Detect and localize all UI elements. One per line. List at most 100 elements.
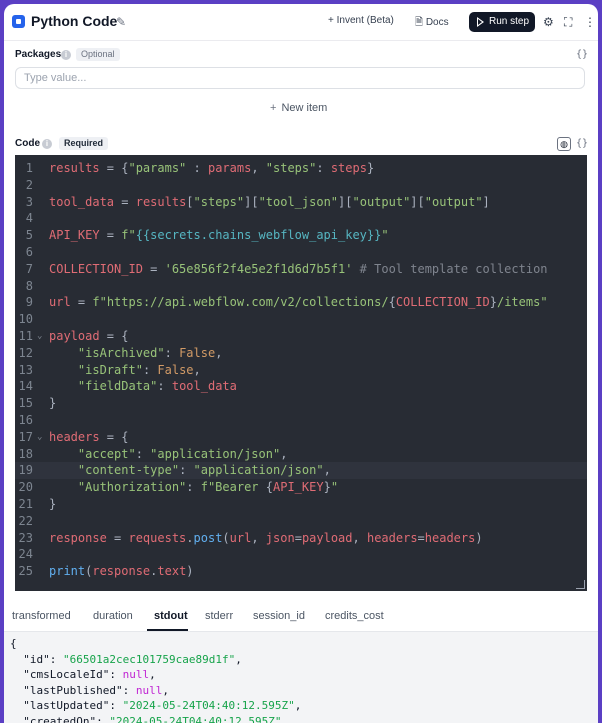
edit-pencil-icon[interactable]: ✎: [116, 15, 126, 29]
more-vertical-icon[interactable]: ⋮: [584, 15, 596, 29]
code-line[interactable]: 8: [15, 278, 587, 295]
code-line[interactable]: 13 "isDraft": False,: [15, 362, 587, 379]
line-number: 17: [18, 429, 33, 444]
tab-stdout[interactable]: stdout: [154, 610, 188, 622]
line-number: 21: [18, 497, 33, 511]
stdout-output: { "id": "66501a2cec101759cae89d1f", "cms…: [4, 632, 598, 723]
line-number: 25: [18, 564, 33, 579]
fold-chevron-icon[interactable]: ⌄: [37, 328, 42, 345]
resize-handle[interactable]: [576, 580, 585, 589]
line-number: 14: [18, 379, 33, 394]
fold-chevron-icon[interactable]: ⌄: [37, 429, 42, 446]
code-text: tool_data = results["steps"]["tool_json"…: [49, 194, 490, 209]
line-number: 4: [25, 211, 33, 226]
code-line[interactable]: 23 response = requests.post(url, json=pay…: [15, 530, 587, 547]
line-number: 9: [25, 295, 33, 310]
code-editor[interactable]: 25 print(response.text) 24 23 response = req…: [15, 155, 587, 591]
packages-label: Packages: [15, 49, 62, 60]
output-line: "createdOn": "2024-05-24T04:40:12.595Z",: [10, 714, 289, 723]
code-line[interactable]: 2: [15, 177, 587, 194]
code-text: "accept": "application/json",: [77, 446, 288, 461]
expand-icon[interactable]: ⛶: [564, 15, 572, 30]
docs-button[interactable]: 🗎 Docs: [415, 15, 449, 32]
code-line[interactable]: 24: [15, 546, 587, 563]
line-number: 8: [25, 278, 33, 293]
code-line[interactable]: 22: [15, 513, 587, 530]
line-number: 13: [18, 362, 33, 377]
code-text: response = requests.post(url, json=paylo…: [49, 530, 483, 545]
code-text: "isDraft": False,: [77, 362, 201, 377]
code-line[interactable]: 20 "Authorization": f"Bearer {API_KEY}": [15, 479, 587, 496]
line-number: 24: [18, 547, 33, 562]
code-line[interactable]: 16: [15, 412, 587, 429]
tab-stderr[interactable]: stderr: [205, 610, 233, 622]
packages-info-icon[interactable]: i: [61, 50, 71, 60]
code-text: "isArchived": False,: [77, 345, 223, 360]
code-line[interactable]: 6: [15, 244, 587, 261]
globe-icon[interactable]: ◍: [557, 137, 571, 151]
code-line[interactable]: 4: [15, 210, 587, 227]
python-code-panel: Python Code ✎ + Invent (Beta) 🗎 Docs Run…: [4, 4, 598, 723]
line-number: 23: [18, 530, 33, 545]
json-braces-icon[interactable]: {}: [576, 49, 588, 60]
code-text: headers = {: [49, 429, 129, 444]
code-text: COLLECTION_ID = '65e856f2f4e5e2f1d6d7b5f…: [49, 261, 548, 276]
line-number: 15: [18, 396, 33, 411]
line-number: 22: [18, 513, 33, 528]
code-line[interactable]: 25 print(response.text): [15, 563, 587, 580]
code-text: API_KEY = f"{{secrets.chains_webflow_api…: [49, 228, 389, 243]
code-label: Code: [15, 138, 40, 149]
output-line: "cmsLocaleId": null,: [10, 668, 156, 681]
packages-input[interactable]: [15, 67, 585, 89]
code-line[interactable]: 12 "isArchived": False,: [15, 345, 587, 362]
output-line: "lastPublished": null,: [10, 683, 169, 697]
gear-icon[interactable]: ⚙: [543, 15, 554, 29]
code-line[interactable]: 9 url = f"https://api.webflow.com/v2/coll…: [15, 294, 587, 311]
invent-label: Invent (Beta): [336, 15, 394, 26]
code-text: url = f"https://api.webflow.com/v2/colle…: [49, 295, 548, 310]
code-line[interactable]: 15}: [15, 395, 587, 412]
line-number: 7: [25, 261, 33, 276]
code-line[interactable]: 10: [15, 311, 587, 328]
tab-credits-cost[interactable]: credits_cost: [325, 610, 384, 622]
code-line[interactable]: 14 "fieldData": tool_data: [15, 378, 587, 395]
active-tab-indicator: [147, 629, 188, 631]
code-info-icon[interactable]: i: [42, 139, 52, 149]
line-number: 12: [18, 345, 33, 360]
code-text: }: [49, 396, 57, 411]
line-number: 1: [25, 161, 33, 175]
json-braces-icon[interactable]: {}: [576, 138, 588, 149]
line-number: 10: [18, 312, 33, 327]
code-text: "content-type": "application/json",: [77, 463, 331, 478]
code-text: "fieldData": tool_data: [77, 379, 237, 394]
output-line: {: [10, 637, 17, 650]
play-icon: [477, 17, 484, 27]
code-line[interactable]: 5 API_KEY = f"{{secrets.chains_webflow_ap…: [15, 227, 587, 244]
run-step-label: Run step: [489, 16, 530, 27]
document-icon: 🗎: [415, 17, 424, 28]
line-number: 16: [18, 413, 33, 427]
plus-icon: +: [270, 102, 277, 114]
new-item-label: New item: [281, 102, 328, 114]
line-number: 6: [25, 245, 33, 259]
line-number: 18: [18, 446, 33, 461]
run-step-button[interactable]: Run step: [469, 12, 535, 32]
code-line[interactable]: 1 results = {"params" : params, "steps": …: [15, 160, 587, 177]
tab-transformed[interactable]: transformed: [12, 610, 71, 622]
code-line[interactable]: 21}: [15, 496, 587, 513]
panel-header: Python Code ✎ + Invent (Beta) 🗎 Docs Run…: [4, 4, 598, 41]
code-line[interactable]: 19 "content-type": "application/json",: [15, 462, 587, 480]
optional-badge: Optional: [76, 48, 120, 61]
code-line[interactable]: 18 "accept": "application/json",: [15, 446, 587, 463]
docs-label: Docs: [425, 17, 449, 28]
tab-duration[interactable]: duration: [93, 610, 133, 622]
code-line[interactable]: 7 COLLECTION_ID = '65e856f2f4e5e2f1d6d7b5…: [15, 261, 587, 278]
invent-beta-button[interactable]: + Invent (Beta): [328, 15, 394, 26]
code-line[interactable]: 3 tool_data = results["steps"]["tool_json…: [15, 194, 587, 211]
tab-session-id[interactable]: session_id: [253, 610, 305, 622]
line-number: 2: [25, 177, 33, 192]
code-line[interactable]: 11 ⌄ payload = {: [15, 328, 587, 345]
new-item-button[interactable]: + New item: [270, 102, 327, 114]
python-code-app-icon: [12, 15, 25, 28]
code-line[interactable]: 17 ⌄ headers = {: [15, 429, 587, 446]
